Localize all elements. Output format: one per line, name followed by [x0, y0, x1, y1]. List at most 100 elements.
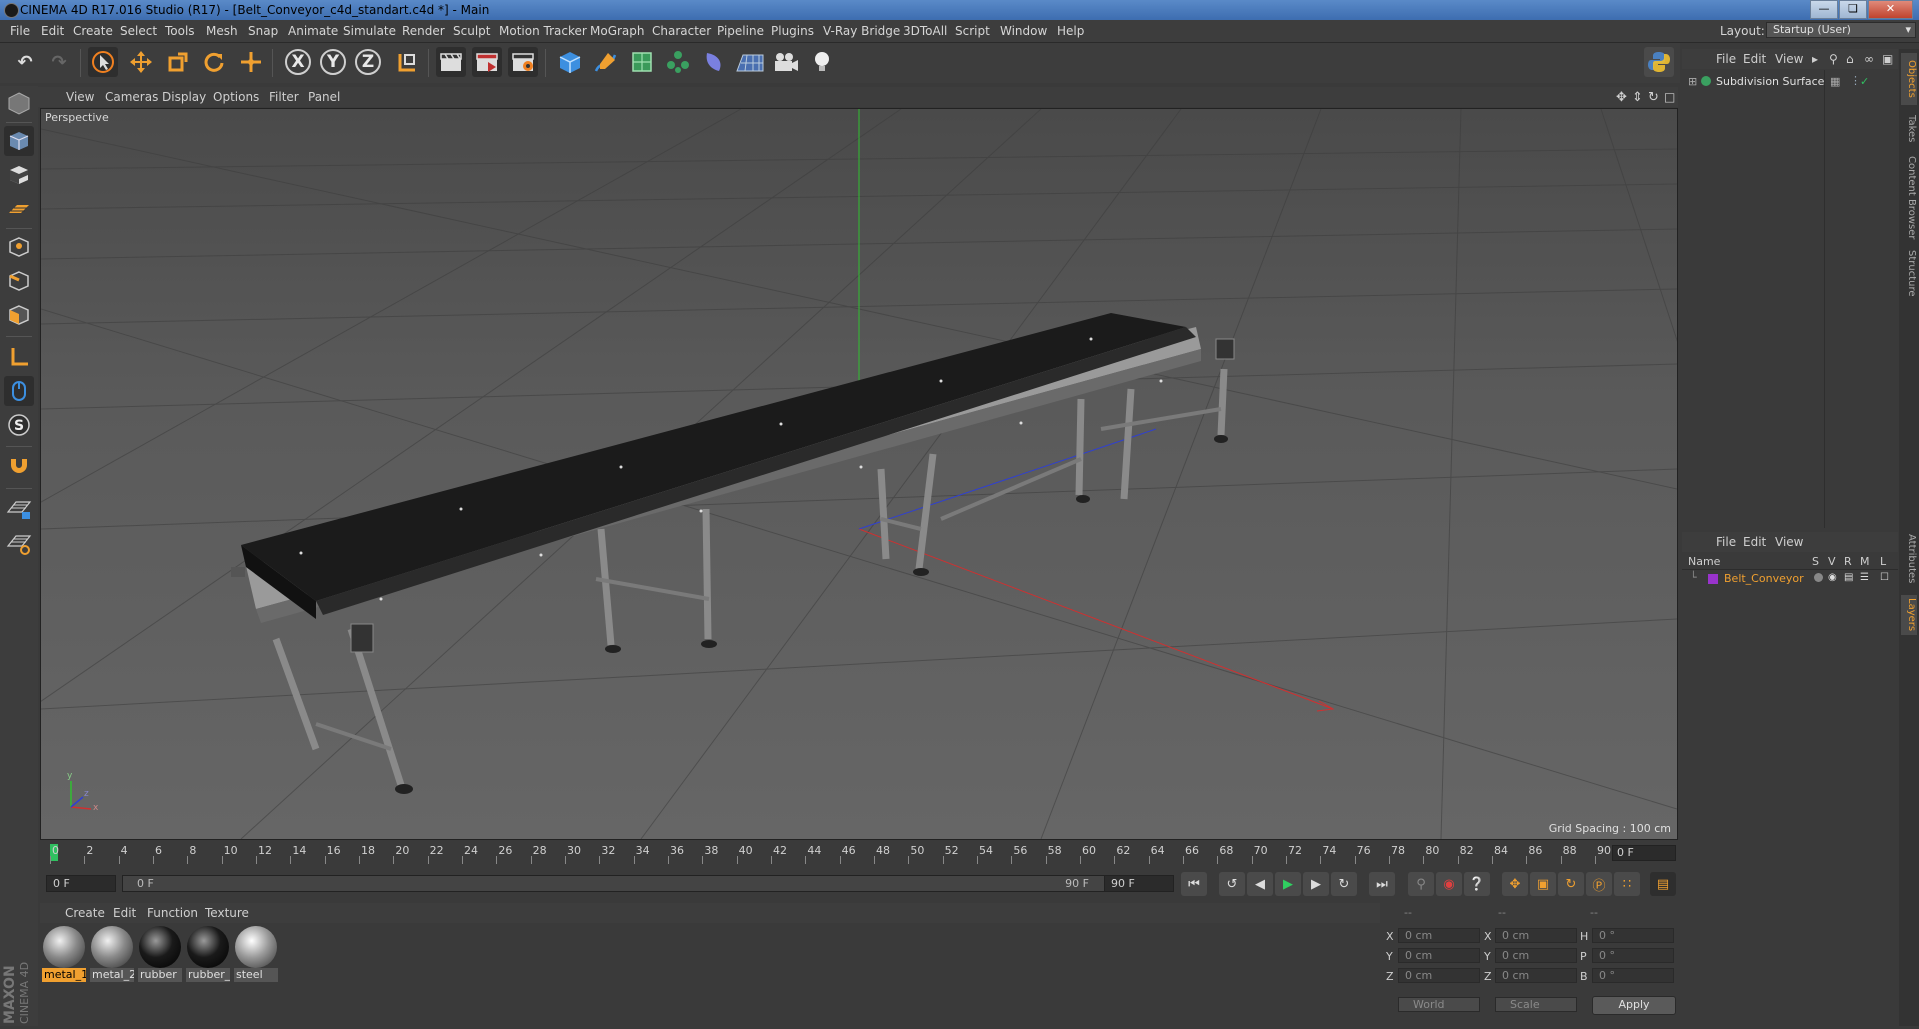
material-menu-texture[interactable]: Texture	[205, 906, 249, 920]
object-menu-edit[interactable]: Edit	[1743, 52, 1766, 66]
autokeying-button[interactable]: ❔	[1464, 872, 1490, 896]
menu-simulate[interactable]: Simulate	[343, 24, 396, 38]
go-to-end-button[interactable]: ⏭	[1369, 872, 1395, 896]
material-menu-edit[interactable]: Edit	[113, 906, 136, 920]
menu-select[interactable]: Select	[120, 24, 157, 38]
material-swatch[interactable]: metal_1	[42, 926, 86, 984]
new-window-icon[interactable]: ▣	[1882, 52, 1893, 66]
close-button[interactable]: ✕	[1868, 0, 1913, 19]
polygons-mode-button[interactable]	[4, 300, 34, 330]
timeline-ticks[interactable]: 0 2 4 6 8 10 12 14 16 18 20 22 24 26 28 30 32 34 36 38 40 42 4…	[50, 842, 1611, 864]
coordinate-mode-select[interactable]: World	[1398, 997, 1480, 1012]
record-position-button[interactable]: ⚲	[1408, 872, 1434, 896]
render-to-picture-viewer-button[interactable]	[472, 47, 502, 77]
lock-icon[interactable]: ☐	[1880, 572, 1889, 583]
menu-create[interactable]: Create	[73, 24, 113, 38]
layer-name[interactable]: Belt_Conveyor	[1724, 572, 1804, 585]
viewport-maximize-icon[interactable]: □	[1664, 90, 1675, 104]
add-camera-button[interactable]	[771, 47, 801, 77]
previous-key-button[interactable]: ↺	[1219, 872, 1245, 896]
link-icon[interactable]: ∞	[1864, 52, 1874, 66]
redo-button[interactable]: ↷	[44, 47, 74, 77]
layer-row[interactable]: └ Belt_Conveyor ◉ ▤ ☰ ☐	[1682, 571, 1898, 587]
viewport-menu-cameras[interactable]: Cameras	[105, 90, 158, 104]
rotation-b-field[interactable]: 0 °	[1592, 968, 1674, 983]
x-axis-lock-button[interactable]: X	[283, 47, 313, 77]
frame-range-slider[interactable]: 0 F 90 F	[122, 875, 1110, 892]
menu-vray-bridge[interactable]: V-Ray Bridge	[823, 24, 900, 38]
material-menu-function[interactable]: Function	[147, 906, 198, 920]
enable-axis-button[interactable]	[4, 342, 34, 372]
material-swatch[interactable]: metal_2	[90, 926, 134, 984]
add-spline-pen-button[interactable]	[591, 47, 621, 77]
size-mode-select[interactable]: Scale	[1495, 997, 1577, 1012]
menu-pipeline[interactable]: Pipeline	[717, 24, 764, 38]
z-axis-lock-button[interactable]: Z	[353, 47, 383, 77]
expand-icon[interactable]: ⊞	[1688, 75, 1697, 88]
layer-color-swatch[interactable]	[1708, 574, 1718, 584]
menu-help[interactable]: Help	[1057, 24, 1084, 38]
add-subdivision-surface-button[interactable]	[627, 47, 657, 77]
planar-workplane-button[interactable]	[4, 528, 34, 558]
tweak-mode-button[interactable]	[4, 376, 34, 406]
maximize-button[interactable]: ❏	[1839, 0, 1867, 19]
menu-animate[interactable]: Animate	[288, 24, 338, 38]
record-point-level-toggle[interactable]: ∷	[1614, 872, 1640, 896]
record-active-objects-button[interactable]: ◉	[1436, 872, 1462, 896]
layer-tag-icon[interactable]: ▦	[1830, 75, 1840, 88]
minimize-button[interactable]: —	[1810, 0, 1838, 19]
record-parameter-toggle[interactable]: Ⓟ	[1586, 872, 1612, 896]
snap-button[interactable]	[4, 452, 34, 482]
menu-render[interactable]: Render	[402, 24, 445, 38]
manager-icon[interactable]: ☰	[1860, 572, 1869, 583]
material-swatch[interactable]: rubber	[138, 926, 182, 984]
position-y-field[interactable]: 0 cm	[1398, 948, 1480, 963]
add-deformer-button[interactable]	[699, 47, 729, 77]
edges-mode-button[interactable]	[4, 266, 34, 296]
size-x-field[interactable]: 0 cm	[1495, 928, 1577, 943]
viewport-move-icon[interactable]: ✥	[1616, 90, 1627, 105]
undo-button[interactable]: ↶	[10, 47, 40, 77]
live-selection-button[interactable]	[88, 47, 118, 77]
y-axis-lock-button[interactable]: Y	[318, 47, 348, 77]
menu-file[interactable]: File	[10, 24, 30, 38]
rotation-p-field[interactable]: 0 °	[1592, 948, 1674, 963]
transform-tool-button[interactable]	[236, 47, 266, 77]
material-menu-create[interactable]: Create	[65, 906, 105, 920]
menu-mograph[interactable]: MoGraph	[590, 24, 645, 38]
layer-menu-edit[interactable]: Edit	[1743, 535, 1766, 549]
arrow-right-icon[interactable]: ▸	[1812, 52, 1818, 66]
tab-takes[interactable]: Takes	[1901, 109, 1917, 149]
move-tool-button[interactable]	[126, 47, 156, 77]
rotation-h-field[interactable]: 0 °	[1592, 928, 1674, 943]
size-y-field[interactable]: 0 cm	[1495, 948, 1577, 963]
viewport-menu-view[interactable]: View	[66, 90, 94, 104]
solo-dot-icon[interactable]	[1814, 573, 1823, 582]
object-name[interactable]: Subdivision Surface	[1716, 75, 1824, 88]
go-to-start-button[interactable]: ⏮	[1181, 872, 1207, 896]
position-x-field[interactable]: 0 cm	[1398, 928, 1480, 943]
layout-select[interactable]: Startup (User) ▾	[1766, 22, 1916, 38]
record-scale-toggle[interactable]: ▣	[1530, 872, 1556, 896]
render-clapboard-icon[interactable]: ▤	[1844, 572, 1853, 583]
material-swatch[interactable]: rubber_	[186, 926, 230, 984]
texture-mode-button[interactable]	[4, 160, 34, 190]
tab-layers[interactable]: Layers	[1901, 595, 1917, 635]
menu-motion-tracker[interactable]: Motion Tracker	[499, 24, 587, 38]
scale-tool-button[interactable]	[163, 47, 193, 77]
viewport-menu-options[interactable]: Options	[213, 90, 259, 104]
points-mode-button[interactable]	[4, 232, 34, 262]
add-cube-button[interactable]	[555, 47, 585, 77]
menu-tools[interactable]: Tools	[165, 24, 195, 38]
next-frame-button[interactable]: ▶	[1303, 872, 1329, 896]
workplane-mode-button[interactable]	[4, 194, 34, 224]
menu-snap[interactable]: Snap	[248, 24, 278, 38]
end-frame-field[interactable]: 90 F	[1104, 875, 1174, 892]
add-floor-button[interactable]	[735, 47, 765, 77]
perspective-viewport[interactable]: y x z Perspective Grid Spacing : 100 cm	[40, 108, 1678, 840]
model-mode-button[interactable]	[4, 126, 34, 156]
add-light-button[interactable]	[807, 47, 837, 77]
make-editable-button[interactable]	[4, 88, 34, 118]
menu-mesh[interactable]: Mesh	[206, 24, 238, 38]
material-swatch[interactable]: steel	[234, 926, 278, 984]
